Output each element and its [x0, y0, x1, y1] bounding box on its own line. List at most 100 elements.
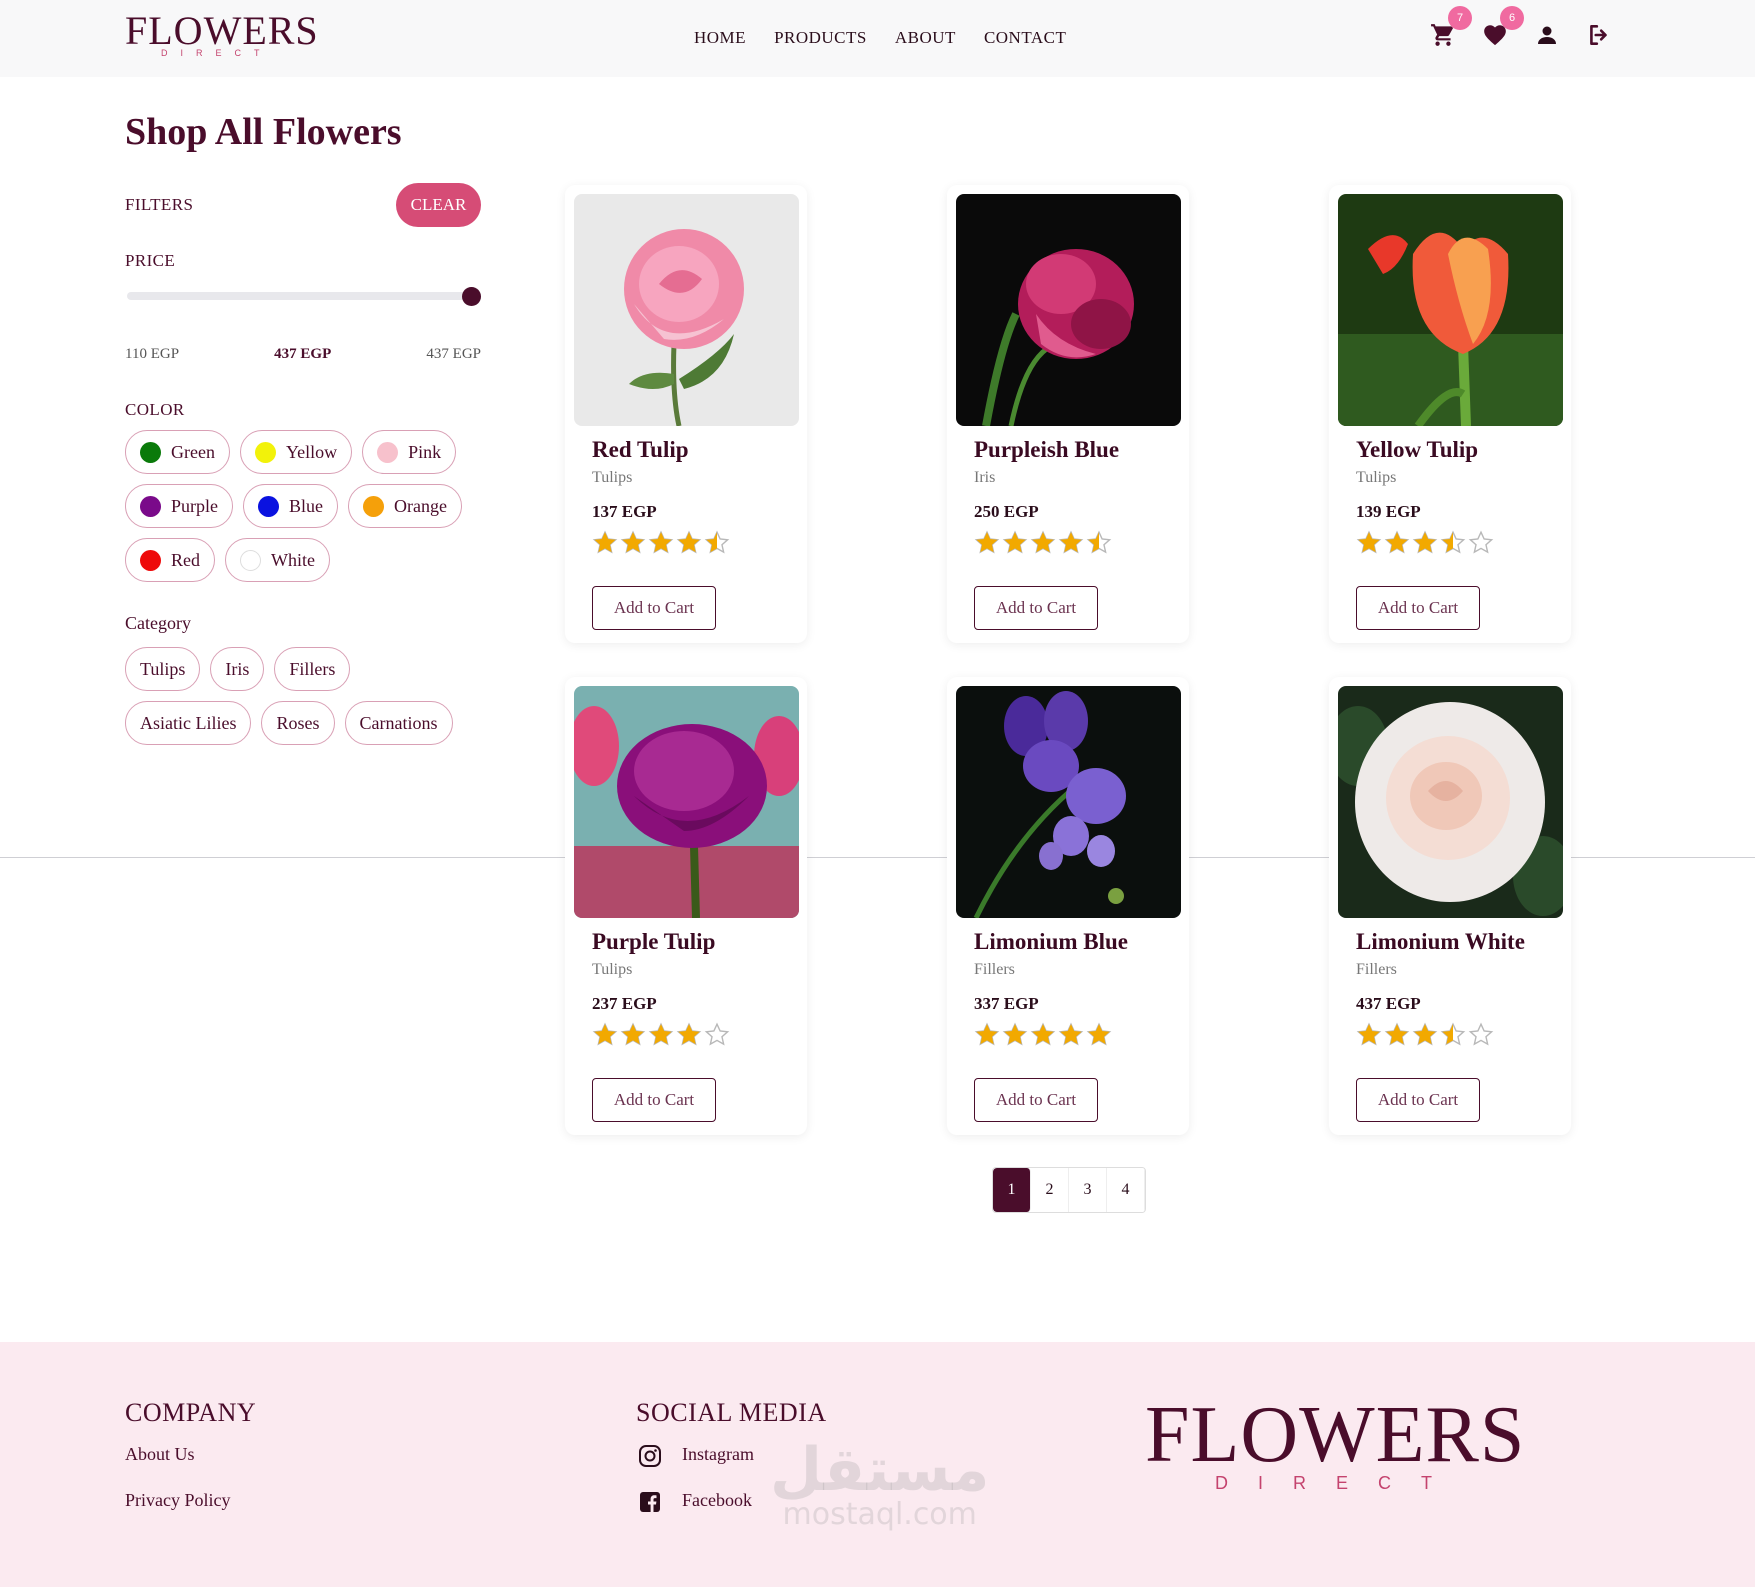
product-name[interactable]: Red Tulip	[592, 437, 689, 463]
product-card[interactable]: Purpleish Blue Iris 250 EGP Add to Cart	[947, 185, 1189, 643]
add-to-cart-button[interactable]: Add to Cart	[974, 586, 1098, 630]
star-full-icon	[1356, 530, 1382, 554]
product-image-iris[interactable]	[956, 194, 1181, 426]
cart-button[interactable]: 7	[1430, 6, 1472, 48]
category-chip-fillers[interactable]: Fillers	[274, 647, 351, 691]
product-card[interactable]: Yellow Tulip Tulips 139 EGP Add to Cart	[1329, 185, 1571, 643]
price-label: PRICE	[125, 251, 176, 270]
add-to-cart-button[interactable]: Add to Cart	[974, 1078, 1098, 1122]
filters-header: FILTERS CLEAR	[125, 183, 481, 227]
color-chip-label: Yellow	[285, 441, 338, 462]
nav-home[interactable]: HOME	[694, 28, 746, 48]
rating-stars	[1356, 530, 1494, 556]
instagram-icon[interactable]	[638, 1444, 662, 1472]
color-chip-orange[interactable]: Orange	[348, 484, 462, 528]
account-button[interactable]	[1534, 22, 1560, 48]
star-half-icon	[704, 530, 730, 554]
footer-link-about[interactable]: About Us	[125, 1444, 195, 1465]
product-image-tulip[interactable]	[1338, 194, 1563, 426]
add-to-cart-button[interactable]: Add to Cart	[1356, 1078, 1480, 1122]
orange-swatch	[363, 495, 384, 517]
add-to-cart-button[interactable]: Add to Cart	[592, 586, 716, 630]
main-nav: HOME PRODUCTS ABOUT CONTACT	[694, 28, 1066, 48]
footer-link-instagram[interactable]: Instagram	[682, 1444, 754, 1465]
category-chip-iris[interactable]: Iris	[210, 647, 265, 691]
star-full-icon	[1412, 530, 1438, 554]
product-card[interactable]: Purple Tulip Tulips 237 EGP Add to Cart	[565, 677, 807, 1135]
product-name[interactable]: Limonium White	[1356, 929, 1525, 955]
category-chip-tulips[interactable]: Tulips	[125, 647, 201, 691]
add-to-cart-button[interactable]: Add to Cart	[592, 1078, 716, 1122]
product-image-limonium-white[interactable]	[1338, 686, 1563, 918]
star-empty-icon	[704, 1022, 730, 1046]
color-chip-white[interactable]: White	[225, 538, 330, 582]
footer-company-title: COMPANY	[125, 1398, 257, 1427]
color-chip-blue[interactable]: Blue	[243, 484, 338, 528]
price-current: 437 EGP	[274, 346, 332, 362]
category-chip-asiatic-lilies[interactable]: Asiatic Lilies	[125, 701, 252, 745]
product-image-limonium-blue[interactable]	[956, 686, 1181, 918]
page-3-button[interactable]: 3	[1069, 1168, 1107, 1212]
price-min: 110 EGP	[125, 346, 180, 362]
product-name[interactable]: Yellow Tulip	[1356, 437, 1478, 463]
nav-contact[interactable]: CONTACT	[984, 28, 1066, 48]
color-chip-label: Orange	[394, 495, 447, 516]
logout-button[interactable]	[1586, 22, 1612, 48]
product-price: 437 EGP	[1356, 994, 1421, 1013]
logo-word: FLOWERS	[125, 8, 319, 53]
add-to-cart-button[interactable]: Add to Cart	[1356, 586, 1480, 630]
watermark: مستقل mostaql.com	[770, 1440, 989, 1530]
watermark-arabic: مستقل	[770, 1435, 990, 1505]
product-image-rose[interactable]	[574, 194, 799, 426]
star-full-icon	[648, 1022, 674, 1046]
product-category: Fillers	[1356, 961, 1397, 978]
rating-stars	[592, 1022, 730, 1048]
page-1-button[interactable]: 1	[993, 1168, 1031, 1212]
green-swatch	[140, 441, 161, 463]
footer-link-privacy[interactable]: Privacy Policy	[125, 1490, 231, 1511]
footer-link-facebook[interactable]: Facebook	[682, 1490, 752, 1511]
product-card[interactable]: Limonium Blue Fillers 337 EGP Add to Car…	[947, 677, 1189, 1135]
wishlist-button[interactable]: 6	[1482, 6, 1524, 48]
price-values: 110 EGP 437 EGP 437 EGP	[125, 346, 481, 363]
star-empty-icon	[1468, 530, 1494, 554]
product-image-purple-tulip[interactable]	[574, 686, 799, 918]
product-card[interactable]: Red Tulip Tulips 137 EGP Add to Cart	[565, 185, 807, 643]
product-name[interactable]: Limonium Blue	[974, 929, 1128, 955]
page-2-button[interactable]: 2	[1031, 1168, 1069, 1212]
star-half-icon	[1086, 530, 1112, 554]
product-category: Fillers	[974, 961, 1015, 978]
star-full-icon	[648, 530, 674, 554]
product-card[interactable]: Limonium White Fillers 437 EGP Add to Ca…	[1329, 677, 1571, 1135]
star-full-icon	[1356, 1022, 1382, 1046]
star-half-icon	[1440, 1022, 1466, 1046]
page-title: Shop All Flowers	[125, 111, 402, 153]
pagination: 1 2 3 4	[992, 1167, 1146, 1213]
star-empty-icon	[1468, 1022, 1494, 1046]
nav-about[interactable]: ABOUT	[895, 28, 956, 48]
color-chip-pink[interactable]: Pink	[362, 430, 457, 474]
color-chip-green[interactable]: Green	[125, 430, 230, 474]
rating-stars	[1356, 1022, 1494, 1048]
user-icon	[1538, 26, 1556, 44]
category-chip-roses[interactable]: Roses	[261, 701, 335, 745]
color-chip-yellow[interactable]: Yellow	[239, 430, 353, 474]
price-slider-track[interactable]	[127, 292, 473, 300]
price-slider-handle[interactable]	[462, 287, 481, 306]
nav-products[interactable]: PRODUCTS	[774, 28, 867, 48]
product-name[interactable]: Purpleish Blue	[974, 437, 1119, 463]
product-name[interactable]: Purple Tulip	[592, 929, 715, 955]
cart-count-badge: 7	[1448, 6, 1472, 30]
category-label: Category	[125, 613, 191, 633]
facebook-icon[interactable]	[638, 1490, 662, 1518]
star-full-icon	[1384, 530, 1410, 554]
color-chip-red[interactable]: Red	[125, 538, 215, 582]
star-full-icon	[620, 530, 646, 554]
page-4-button[interactable]: 4	[1107, 1168, 1145, 1212]
rating-stars	[974, 530, 1112, 556]
category-chip-carnations[interactable]: Carnations	[344, 701, 453, 745]
clear-filters-button[interactable]: CLEAR	[396, 183, 481, 227]
purple-swatch	[140, 495, 161, 517]
color-chip-purple[interactable]: Purple	[125, 484, 233, 528]
brand-logo[interactable]: FLOWERS DIRECT	[125, 8, 319, 62]
